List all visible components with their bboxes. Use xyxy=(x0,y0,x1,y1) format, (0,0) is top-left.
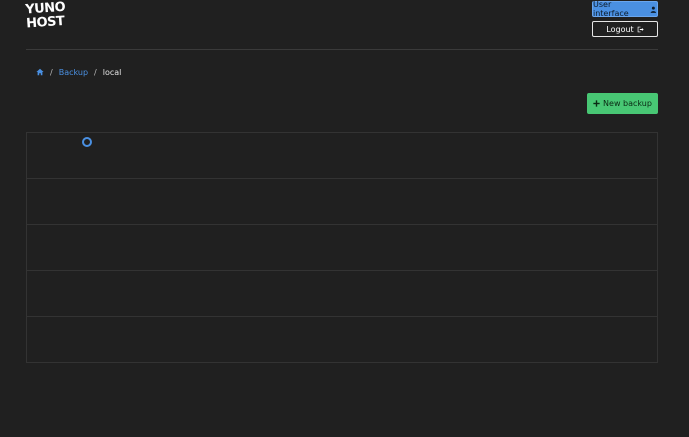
home-icon[interactable] xyxy=(36,68,44,76)
list-item xyxy=(27,271,657,317)
user-icon xyxy=(650,6,657,13)
loading-spinner-icon xyxy=(82,137,92,147)
breadcrumb: / Backup / local xyxy=(36,66,121,78)
list-item xyxy=(27,179,657,225)
breadcrumb-current: local xyxy=(102,67,122,77)
yunohost-logo[interactable]: YUNO HOST xyxy=(25,0,71,38)
user-interface-label: User interface xyxy=(593,0,629,18)
backup-list xyxy=(26,132,658,363)
breadcrumb-separator: / xyxy=(50,67,53,77)
list-item xyxy=(27,225,657,271)
logout-button[interactable]: Logout xyxy=(592,21,658,37)
new-backup-button[interactable]: New backup xyxy=(587,93,658,114)
breadcrumb-separator: / xyxy=(94,67,97,77)
logo-line-2: HOST xyxy=(25,13,65,32)
page: YUNO HOST User interface Logout / Backup… xyxy=(0,0,689,437)
list-item xyxy=(27,133,657,179)
user-interface-button[interactable]: User interface xyxy=(592,0,658,18)
logout-label: Logout xyxy=(606,24,634,34)
breadcrumb-backup-link[interactable]: Backup xyxy=(59,68,88,77)
list-item xyxy=(27,317,657,363)
plus-icon xyxy=(593,100,600,107)
sign-out-icon xyxy=(637,26,644,32)
header-divider xyxy=(26,49,658,50)
new-backup-label: New backup xyxy=(603,99,652,108)
